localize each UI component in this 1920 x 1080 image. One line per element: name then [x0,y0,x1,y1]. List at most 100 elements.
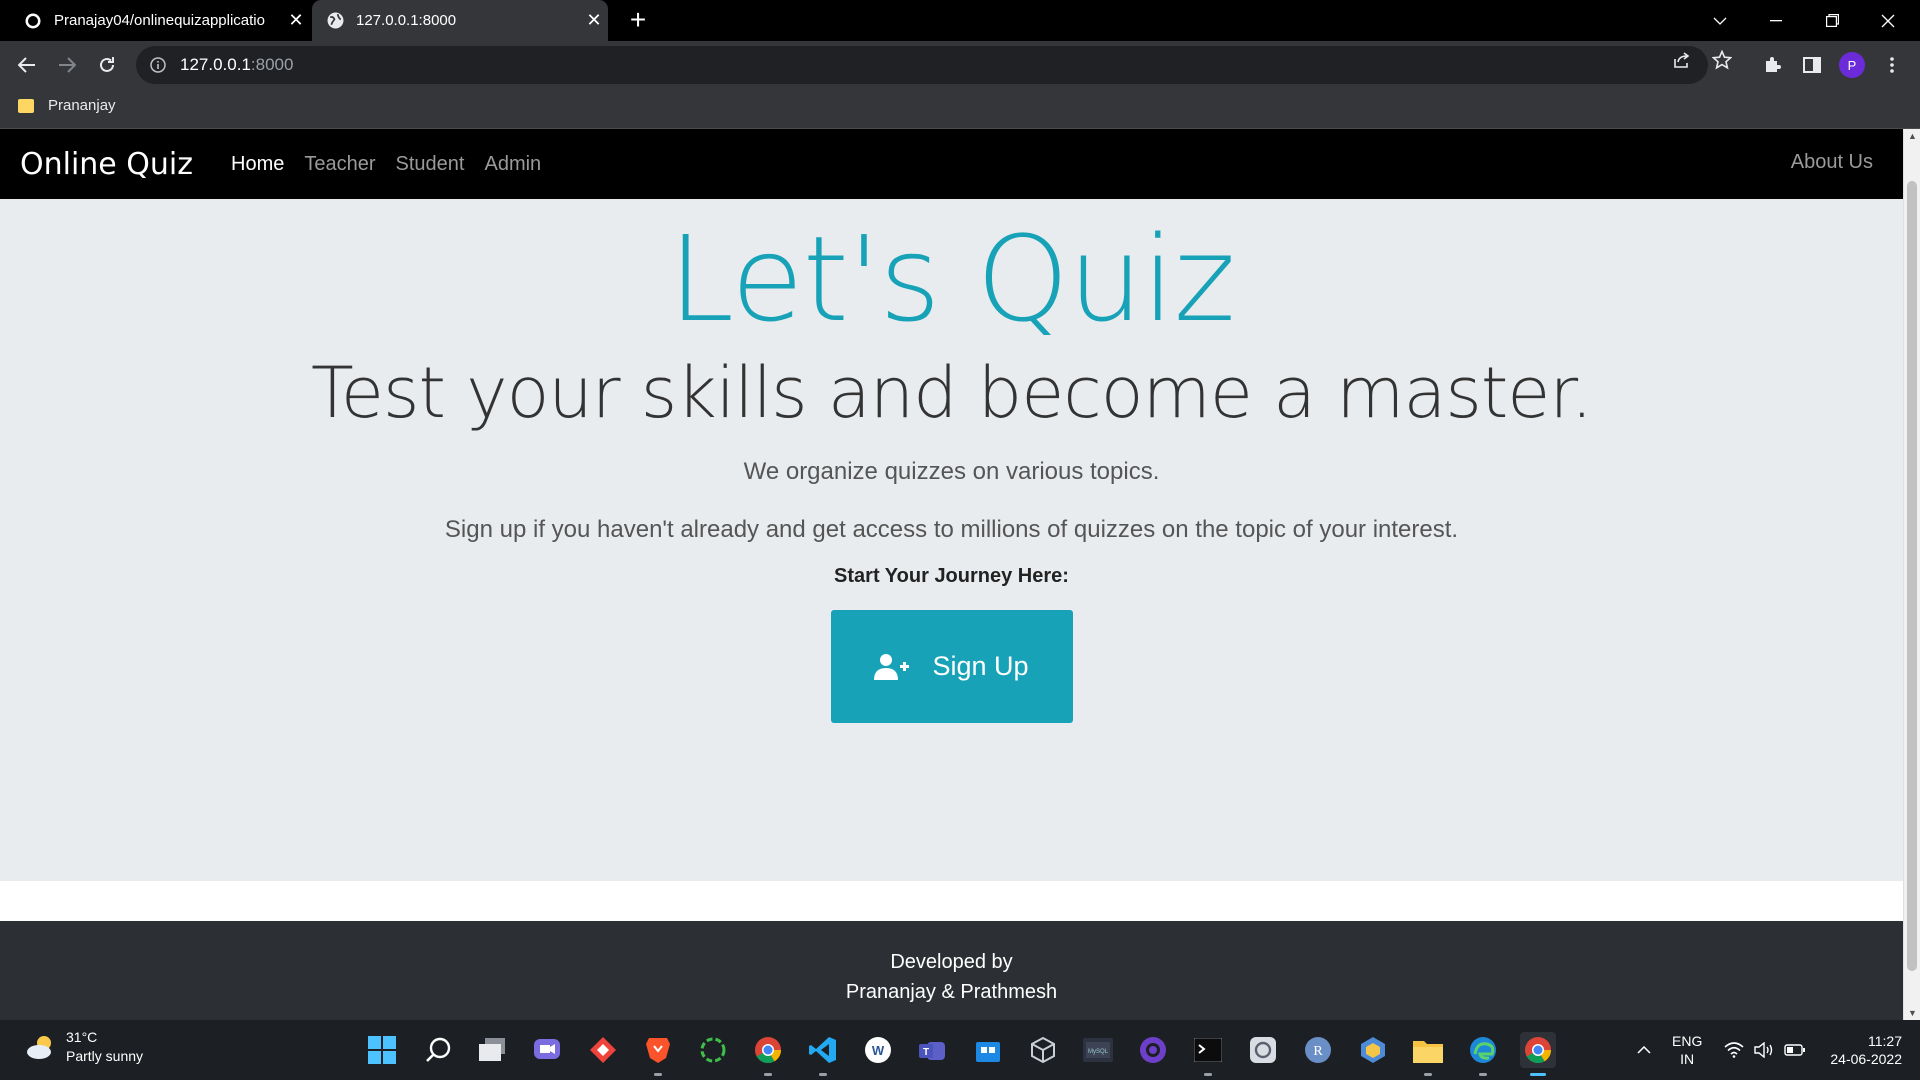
svg-text:T: T [923,1047,929,1058]
sign-up-button[interactable]: Sign Up [830,610,1073,723]
folder-icon [18,98,34,113]
hero-lead-2: Sign up if you haven't already and get a… [444,516,1459,543]
bookmark-folder[interactable]: Prananjay [18,97,116,114]
system-clock[interactable]: 11:27 24-06-2022 [1830,1032,1902,1068]
restore-icon[interactable] [1804,0,1860,41]
new-tab-button[interactable]: + [622,4,654,36]
refresh-app-icon[interactable] [695,1032,731,1068]
tab-title: 127.0.0.1:8000 [356,12,457,29]
star-icon[interactable] [1710,48,1734,72]
bookmarks-bar: Prananjay [0,89,1920,129]
url-port: :8000 [250,55,294,74]
site-footer: Developed by Prananjay & Prathmesh [0,921,1903,1020]
chat-icon[interactable] [530,1032,566,1068]
file-explorer-icon[interactable] [1410,1032,1446,1076]
edge-icon[interactable] [1465,1032,1501,1076]
github-desktop-icon[interactable] [1135,1032,1171,1068]
teams-icon[interactable]: T [915,1032,951,1068]
nav-about-us[interactable]: About Us [1791,151,1873,174]
word-app-icon[interactable]: W [860,1032,896,1068]
globe-icon [326,12,344,30]
page-scrollbar[interactable]: ▲ ▼ [1903,129,1920,1020]
github-icon [24,12,42,30]
weather-temp: 31°C [66,1029,98,1045]
clock-time: 11:27 [1868,1033,1902,1049]
language-indicator[interactable]: ENG IN [1672,1032,1702,1068]
box-3d-icon[interactable] [1025,1032,1061,1068]
tab-search-icon[interactable] [1692,0,1748,41]
task-view-icon[interactable] [475,1032,511,1068]
running-indicator [1204,1073,1212,1076]
lang-top: ENG [1672,1033,1703,1049]
anydesk-icon[interactable] [585,1032,621,1068]
bookmark-label: Prananjay [48,97,116,114]
nav-admin[interactable]: Admin [484,153,541,176]
lang-bottom: IN [1680,1051,1695,1067]
mysql-workbench-icon[interactable]: MySQL [1080,1032,1116,1068]
r-app-icon[interactable]: R [1300,1032,1336,1068]
spacer-band [0,881,1903,921]
forward-arrow-icon[interactable] [51,49,83,81]
address-bar[interactable]: 127.0.0.1:8000 [136,46,1708,84]
scrollbar-thumb[interactable] [1907,181,1917,971]
extensions-icon[interactable] [1756,49,1788,81]
vscode-icon[interactable] [805,1032,841,1076]
side-panel-icon[interactable] [1796,49,1828,81]
settings-app-icon[interactable] [1245,1032,1281,1068]
start-windows-icon[interactable] [364,1032,400,1068]
weather-widget[interactable]: 31°C Partly sunny [24,1028,143,1066]
store-icon[interactable] [970,1032,1006,1068]
site-brand[interactable]: Online Quiz [20,147,193,182]
site-navbar: Online Quiz Home Teacher Student Admin A… [0,129,1903,199]
user-plus-icon [874,653,910,681]
page-viewport: Online Quiz Home Teacher Student Admin A… [0,129,1920,1020]
running-indicator [1530,1073,1546,1076]
tab-localhost[interactable]: 127.0.0.1:8000 ✕ [312,0,608,41]
battery-icon[interactable] [1782,1020,1808,1080]
scroll-down-arrow-icon[interactable]: ▼ [1904,1008,1920,1018]
running-indicator [654,1073,662,1076]
volume-icon[interactable] [1752,1020,1776,1080]
profile-avatar[interactable]: P [1836,49,1868,81]
chrome-icon[interactable] [750,1032,786,1076]
back-arrow-icon[interactable] [11,49,43,81]
close-window-icon[interactable] [1860,0,1916,41]
reload-icon[interactable] [91,49,123,81]
brave-icon[interactable] [640,1032,676,1076]
nav-student[interactable]: Student [396,153,465,176]
running-indicator [1424,1073,1432,1076]
wifi-icon[interactable] [1722,1020,1746,1080]
start-journey-label: Start Your Journey Here: [834,565,1069,587]
tab-github[interactable]: Pranajay04/onlinequizapplicatio ✕ [10,0,310,41]
clock-date: 24-06-2022 [1830,1051,1902,1067]
running-indicator [1479,1073,1487,1076]
sign-up-label: Sign Up [932,651,1029,681]
running-indicator [819,1073,827,1076]
url-host: 127.0.0.1 [180,55,251,74]
close-icon[interactable]: ✕ [580,10,608,31]
menu-kebab-icon[interactable] [1876,49,1908,81]
footer-line-2: Prananjay & Prathmesh [845,981,1058,1003]
terminal-icon[interactable] [1190,1032,1226,1076]
nav-home[interactable]: Home [231,153,284,176]
nav-teacher[interactable]: Teacher [304,153,375,176]
scroll-up-arrow-icon[interactable]: ▲ [1904,131,1920,141]
hero-title: Let's Quiz [668,210,1235,348]
weather-desc: Partly sunny [66,1048,144,1064]
site-info-icon[interactable] [150,57,170,73]
profile-initial: P [1839,52,1865,78]
running-indicator [764,1073,772,1076]
chrome-profile-icon[interactable] [1520,1032,1556,1076]
search-icon[interactable] [420,1032,456,1068]
virtualbox-icon[interactable] [1355,1032,1391,1068]
browser-toolbar: 127.0.0.1:8000 P [0,41,1920,89]
svg-text:R: R [1313,1044,1323,1059]
share-icon[interactable] [1670,48,1694,72]
close-icon[interactable]: ✕ [282,10,310,31]
windows-taskbar: 31°C Partly sunny W T MySQL R ENG IN 11:… [0,1020,1920,1080]
hero-subtitle: Test your skills and become a master. [311,352,1593,434]
chevron-up-icon[interactable] [1632,1020,1656,1080]
footer-line-1: Developed by [890,951,1013,973]
svg-text:MySQL: MySQL [1088,1049,1109,1055]
minimize-icon[interactable] [1748,0,1804,41]
